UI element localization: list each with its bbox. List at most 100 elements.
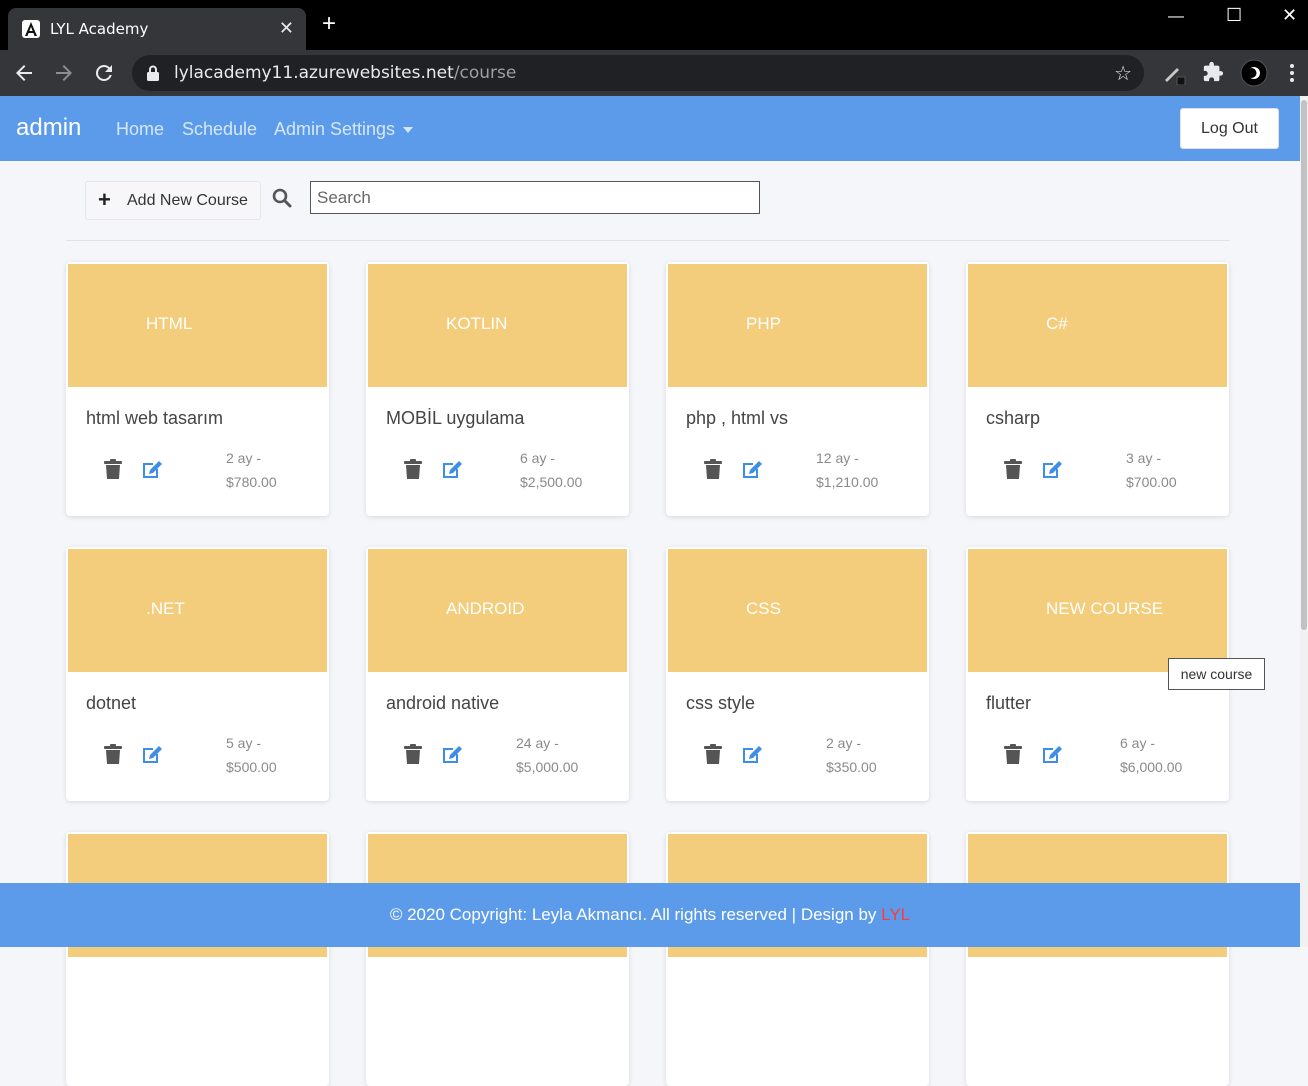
trash-icon[interactable] <box>104 459 122 479</box>
scrollbar-thumb[interactable] <box>1301 100 1307 630</box>
angular-logo-icon <box>22 20 40 38</box>
course-tag: .NET <box>146 599 185 618</box>
nav-link-schedule[interactable]: Schedule <box>182 119 257 140</box>
nav-link-home[interactable]: Home <box>116 119 164 140</box>
course-card-header <box>668 549 927 672</box>
course-price: $700.00 <box>1126 474 1177 490</box>
lock-icon <box>147 65 159 81</box>
url-host: lylacademy11.azurewebsites.net <box>174 63 454 83</box>
maximize-icon[interactable]: ☐ <box>1226 5 1242 26</box>
logout-button[interactable]: Log Out <box>1180 108 1279 149</box>
course-duration: 24 ay - <box>516 735 559 751</box>
extensions-puzzle-icon[interactable] <box>1202 61 1224 83</box>
course-tag: NEW COURSE <box>1046 599 1164 618</box>
minimize-icon[interactable]: — <box>1168 8 1184 26</box>
kebab-menu-icon[interactable] <box>1284 61 1300 85</box>
course-duration: 12 ay - <box>816 450 859 466</box>
app-navbar: admin Home Schedule Admin Settings Log O… <box>0 96 1300 161</box>
course-card-header <box>68 264 327 387</box>
course-price: $5,000.00 <box>516 759 579 775</box>
address-bar[interactable]: lylacademy11.azurewebsites.net/course ☆ <box>132 55 1144 91</box>
course-price: $500.00 <box>226 759 277 775</box>
course-price: $6,000.00 <box>1120 759 1183 775</box>
close-tab-icon[interactable]: ✕ <box>279 18 294 39</box>
trash-icon[interactable] <box>404 459 422 479</box>
tab-title: LYL Academy <box>50 20 149 38</box>
edit-icon[interactable] <box>142 459 164 479</box>
trash-icon[interactable] <box>704 459 722 479</box>
course-title: css style <box>686 693 756 713</box>
course-duration: 2 ay - <box>226 450 262 466</box>
course-card[interactable]: CSS css style 2 ay - $350.00 <box>666 547 929 801</box>
course-card[interactable] <box>366 832 629 1086</box>
trash-icon[interactable] <box>704 744 722 764</box>
course-duration: 6 ay - <box>520 450 556 466</box>
course-card-header <box>968 264 1227 387</box>
course-tag: PHP <box>746 314 781 333</box>
footer-copyright: © 2020 Copyright: Leyla Akmancı. All rig… <box>389 905 882 924</box>
search-input[interactable] <box>310 181 760 214</box>
course-price: $1,210.00 <box>816 474 879 490</box>
course-title: dotnet <box>86 693 137 713</box>
course-card[interactable]: KOTLIN MOBİL uygulama 6 ay - $2,500.00 <box>366 262 629 516</box>
divider <box>66 240 1230 241</box>
course-tag: C# <box>1046 314 1068 333</box>
course-card[interactable]: HTML html web tasarım 2 ay - $780.00 <box>66 262 329 516</box>
url-text: lylacademy11.azurewebsites.net/course <box>174 63 516 83</box>
search-icon <box>272 188 292 208</box>
navbar-brand[interactable]: admin <box>16 114 81 142</box>
pen-extension-icon[interactable] <box>1162 61 1186 85</box>
forward-arrow-icon[interactable] <box>52 61 76 85</box>
close-window-icon[interactable]: ✕ <box>1282 5 1297 26</box>
browser-tabbar: LYL Academy ✕ + — ☐ ✕ <box>0 0 1308 50</box>
course-card-header <box>668 264 927 387</box>
reload-icon[interactable] <box>92 61 116 85</box>
browser-tab[interactable]: LYL Academy ✕ <box>8 8 306 50</box>
add-new-course-button[interactable]: + Add New Course <box>85 181 261 220</box>
course-card[interactable] <box>966 832 1229 1086</box>
trash-icon[interactable] <box>104 744 122 764</box>
course-title: android native <box>386 693 500 713</box>
footer-design-link[interactable]: LYL <box>881 905 910 924</box>
course-card[interactable] <box>666 832 929 1086</box>
edit-icon[interactable] <box>442 459 464 479</box>
course-card-header <box>68 549 327 672</box>
trash-icon[interactable] <box>404 744 422 764</box>
edit-icon[interactable] <box>742 459 764 479</box>
trash-icon[interactable] <box>1004 459 1022 479</box>
course-card[interactable]: C# csharp 3 ay - $700.00 <box>966 262 1229 516</box>
course-title: php , html vs <box>686 408 789 428</box>
trash-icon[interactable] <box>1004 744 1022 764</box>
course-title: html web tasarım <box>86 408 224 428</box>
caret-down-icon <box>403 127 414 134</box>
edit-icon[interactable] <box>142 744 164 764</box>
plus-icon: + <box>98 187 111 212</box>
course-tag: KOTLIN <box>446 314 508 333</box>
course-card[interactable]: ANDROID android native 24 ay - $5,000.00 <box>366 547 629 801</box>
nav-dropdown-admin-settings[interactable]: Admin Settings <box>274 119 414 140</box>
edit-icon[interactable] <box>442 744 464 764</box>
browser-toolbar: lylacademy11.azurewebsites.net/course ☆ <box>0 50 1308 96</box>
nav-link-admin-settings-label: Admin Settings <box>274 119 396 139</box>
profile-avatar-icon[interactable] <box>1240 59 1268 87</box>
course-tag: ANDROID <box>446 599 525 618</box>
edit-icon[interactable] <box>1042 459 1064 479</box>
bookmark-star-icon[interactable]: ☆ <box>1114 61 1132 86</box>
edit-icon[interactable] <box>1042 744 1064 764</box>
course-title: csharp <box>986 408 1041 428</box>
course-duration: 6 ay - <box>1120 735 1156 751</box>
course-title: flutter <box>986 693 1032 713</box>
course-price: $780.00 <box>226 474 277 490</box>
tooltip: new course <box>1168 658 1265 690</box>
footer: © 2020 Copyright: Leyla Akmancı. All rig… <box>0 883 1300 947</box>
page-scrollbar[interactable] <box>1300 96 1308 947</box>
new-tab-icon[interactable]: + <box>322 12 336 36</box>
course-duration: 3 ay - <box>1126 450 1162 466</box>
edit-icon[interactable] <box>742 744 764 764</box>
course-tag: CSS <box>746 599 781 618</box>
course-price: $2,500.00 <box>520 474 583 490</box>
back-arrow-icon[interactable] <box>12 61 36 85</box>
course-card[interactable] <box>66 832 329 1086</box>
course-card[interactable]: .NET dotnet 5 ay - $500.00 <box>66 547 329 801</box>
course-card[interactable]: PHP php , html vs 12 ay - $1,210.00 <box>666 262 929 516</box>
